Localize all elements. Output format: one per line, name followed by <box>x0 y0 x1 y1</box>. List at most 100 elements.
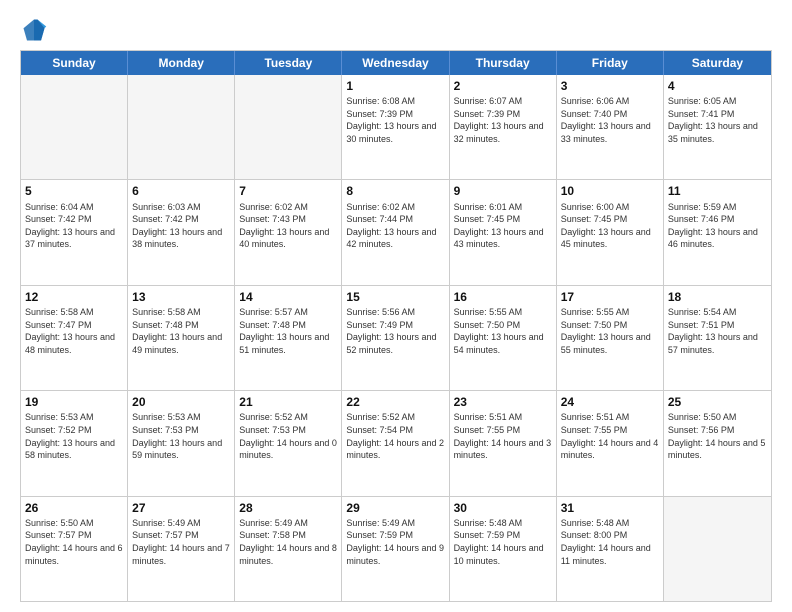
calendar-cell-day-7: 7 Sunrise: 6:02 AM Sunset: 7:43 PM Daylig… <box>235 180 342 284</box>
cell-sun-info: Sunrise: 5:55 AM Sunset: 7:50 PM Dayligh… <box>561 306 659 356</box>
cell-sun-info: Sunrise: 5:50 AM Sunset: 7:57 PM Dayligh… <box>25 517 123 567</box>
calendar-cell-day-10: 10 Sunrise: 6:00 AM Sunset: 7:45 PM Dayli… <box>557 180 664 284</box>
day-number: 20 <box>132 394 230 410</box>
cell-sun-info: Sunrise: 5:54 AM Sunset: 7:51 PM Dayligh… <box>668 306 767 356</box>
day-number: 8 <box>346 183 444 199</box>
cell-sun-info: Sunrise: 6:04 AM Sunset: 7:42 PM Dayligh… <box>25 201 123 251</box>
day-number: 28 <box>239 500 337 516</box>
calendar-cell-day-9: 9 Sunrise: 6:01 AM Sunset: 7:45 PM Daylig… <box>450 180 557 284</box>
calendar-cell-day-26: 26Sunrise: 5:50 AM Sunset: 7:57 PM Dayli… <box>21 497 128 601</box>
calendar-cell-day-12: 12Sunrise: 5:58 AM Sunset: 7:47 PM Dayli… <box>21 286 128 390</box>
header-day-saturday: Saturday <box>664 51 771 75</box>
calendar-cell-day-6: 6 Sunrise: 6:03 AM Sunset: 7:42 PM Daylig… <box>128 180 235 284</box>
header-day-wednesday: Wednesday <box>342 51 449 75</box>
cell-sun-info: Sunrise: 5:59 AM Sunset: 7:46 PM Dayligh… <box>668 201 767 251</box>
cell-sun-info: Sunrise: 6:07 AM Sunset: 7:39 PM Dayligh… <box>454 95 552 145</box>
cell-sun-info: Sunrise: 6:02 AM Sunset: 7:43 PM Dayligh… <box>239 201 337 251</box>
calendar-row-1: 5 Sunrise: 6:04 AM Sunset: 7:42 PM Daylig… <box>21 179 771 284</box>
cell-sun-info: Sunrise: 5:56 AM Sunset: 7:49 PM Dayligh… <box>346 306 444 356</box>
page: SundayMondayTuesdayWednesdayThursdayFrid… <box>0 0 792 612</box>
day-number: 9 <box>454 183 552 199</box>
logo-icon <box>20 16 48 44</box>
day-number: 16 <box>454 289 552 305</box>
cell-sun-info: Sunrise: 5:51 AM Sunset: 7:55 PM Dayligh… <box>454 411 552 461</box>
calendar-header: SundayMondayTuesdayWednesdayThursdayFrid… <box>21 51 771 75</box>
day-number: 30 <box>454 500 552 516</box>
day-number: 12 <box>25 289 123 305</box>
cell-sun-info: Sunrise: 5:52 AM Sunset: 7:54 PM Dayligh… <box>346 411 444 461</box>
calendar-cell-day-8: 8 Sunrise: 6:02 AM Sunset: 7:44 PM Daylig… <box>342 180 449 284</box>
cell-sun-info: Sunrise: 6:02 AM Sunset: 7:44 PM Dayligh… <box>346 201 444 251</box>
cell-sun-info: Sunrise: 5:52 AM Sunset: 7:53 PM Dayligh… <box>239 411 337 461</box>
day-number: 7 <box>239 183 337 199</box>
day-number: 6 <box>132 183 230 199</box>
calendar-cell-day-1: 1Sunrise: 6:08 AM Sunset: 7:39 PM Daylig… <box>342 75 449 179</box>
cell-sun-info: Sunrise: 6:03 AM Sunset: 7:42 PM Dayligh… <box>132 201 230 251</box>
header-day-sunday: Sunday <box>21 51 128 75</box>
day-number: 19 <box>25 394 123 410</box>
day-number: 2 <box>454 78 552 94</box>
calendar-cell-day-2: 2Sunrise: 6:07 AM Sunset: 7:39 PM Daylig… <box>450 75 557 179</box>
calendar-cell-empty <box>128 75 235 179</box>
cell-sun-info: Sunrise: 5:58 AM Sunset: 7:47 PM Dayligh… <box>25 306 123 356</box>
cell-sun-info: Sunrise: 5:53 AM Sunset: 7:53 PM Dayligh… <box>132 411 230 461</box>
calendar-cell-day-16: 16Sunrise: 5:55 AM Sunset: 7:50 PM Dayli… <box>450 286 557 390</box>
calendar-body: 1Sunrise: 6:08 AM Sunset: 7:39 PM Daylig… <box>21 75 771 601</box>
calendar-cell-day-15: 15Sunrise: 5:56 AM Sunset: 7:49 PM Dayli… <box>342 286 449 390</box>
calendar-cell-day-18: 18Sunrise: 5:54 AM Sunset: 7:51 PM Dayli… <box>664 286 771 390</box>
header-day-monday: Monday <box>128 51 235 75</box>
cell-sun-info: Sunrise: 5:51 AM Sunset: 7:55 PM Dayligh… <box>561 411 659 461</box>
cell-sun-info: Sunrise: 5:58 AM Sunset: 7:48 PM Dayligh… <box>132 306 230 356</box>
cell-sun-info: Sunrise: 5:48 AM Sunset: 8:00 PM Dayligh… <box>561 517 659 567</box>
day-number: 3 <box>561 78 659 94</box>
cell-sun-info: Sunrise: 5:49 AM Sunset: 7:57 PM Dayligh… <box>132 517 230 567</box>
calendar-cell-day-21: 21Sunrise: 5:52 AM Sunset: 7:53 PM Dayli… <box>235 391 342 495</box>
header-day-friday: Friday <box>557 51 664 75</box>
calendar-cell-empty <box>664 497 771 601</box>
day-number: 5 <box>25 183 123 199</box>
day-number: 23 <box>454 394 552 410</box>
cell-sun-info: Sunrise: 6:06 AM Sunset: 7:40 PM Dayligh… <box>561 95 659 145</box>
day-number: 1 <box>346 78 444 94</box>
calendar-cell-day-20: 20Sunrise: 5:53 AM Sunset: 7:53 PM Dayli… <box>128 391 235 495</box>
day-number: 21 <box>239 394 337 410</box>
day-number: 24 <box>561 394 659 410</box>
calendar-cell-day-11: 11 Sunrise: 5:59 AM Sunset: 7:46 PM Dayli… <box>664 180 771 284</box>
day-number: 27 <box>132 500 230 516</box>
day-number: 26 <box>25 500 123 516</box>
day-number: 31 <box>561 500 659 516</box>
day-number: 10 <box>561 183 659 199</box>
calendar-cell-day-28: 28Sunrise: 5:49 AM Sunset: 7:58 PM Dayli… <box>235 497 342 601</box>
calendar-cell-day-27: 27Sunrise: 5:49 AM Sunset: 7:57 PM Dayli… <box>128 497 235 601</box>
header-day-thursday: Thursday <box>450 51 557 75</box>
day-number: 11 <box>668 183 767 199</box>
day-number: 13 <box>132 289 230 305</box>
cell-sun-info: Sunrise: 5:48 AM Sunset: 7:59 PM Dayligh… <box>454 517 552 567</box>
cell-sun-info: Sunrise: 5:49 AM Sunset: 7:58 PM Dayligh… <box>239 517 337 567</box>
cell-sun-info: Sunrise: 6:00 AM Sunset: 7:45 PM Dayligh… <box>561 201 659 251</box>
calendar-cell-day-5: 5 Sunrise: 6:04 AM Sunset: 7:42 PM Daylig… <box>21 180 128 284</box>
cell-sun-info: Sunrise: 5:55 AM Sunset: 7:50 PM Dayligh… <box>454 306 552 356</box>
calendar-cell-day-22: 22Sunrise: 5:52 AM Sunset: 7:54 PM Dayli… <box>342 391 449 495</box>
cell-sun-info: Sunrise: 5:49 AM Sunset: 7:59 PM Dayligh… <box>346 517 444 567</box>
header <box>20 16 772 44</box>
calendar-cell-day-29: 29Sunrise: 5:49 AM Sunset: 7:59 PM Dayli… <box>342 497 449 601</box>
calendar-cell-day-23: 23Sunrise: 5:51 AM Sunset: 7:55 PM Dayli… <box>450 391 557 495</box>
day-number: 17 <box>561 289 659 305</box>
cell-sun-info: Sunrise: 6:01 AM Sunset: 7:45 PM Dayligh… <box>454 201 552 251</box>
day-number: 14 <box>239 289 337 305</box>
cell-sun-info: Sunrise: 6:05 AM Sunset: 7:41 PM Dayligh… <box>668 95 767 145</box>
calendar-cell-empty <box>21 75 128 179</box>
cell-sun-info: Sunrise: 6:08 AM Sunset: 7:39 PM Dayligh… <box>346 95 444 145</box>
day-number: 15 <box>346 289 444 305</box>
calendar-cell-day-31: 31Sunrise: 5:48 AM Sunset: 8:00 PM Dayli… <box>557 497 664 601</box>
calendar-cell-day-30: 30Sunrise: 5:48 AM Sunset: 7:59 PM Dayli… <box>450 497 557 601</box>
calendar-row-3: 19Sunrise: 5:53 AM Sunset: 7:52 PM Dayli… <box>21 390 771 495</box>
calendar-cell-day-3: 3Sunrise: 6:06 AM Sunset: 7:40 PM Daylig… <box>557 75 664 179</box>
cell-sun-info: Sunrise: 5:57 AM Sunset: 7:48 PM Dayligh… <box>239 306 337 356</box>
calendar-cell-day-25: 25Sunrise: 5:50 AM Sunset: 7:56 PM Dayli… <box>664 391 771 495</box>
calendar-cell-empty <box>235 75 342 179</box>
calendar-cell-day-19: 19Sunrise: 5:53 AM Sunset: 7:52 PM Dayli… <box>21 391 128 495</box>
calendar-row-0: 1Sunrise: 6:08 AM Sunset: 7:39 PM Daylig… <box>21 75 771 179</box>
day-number: 22 <box>346 394 444 410</box>
